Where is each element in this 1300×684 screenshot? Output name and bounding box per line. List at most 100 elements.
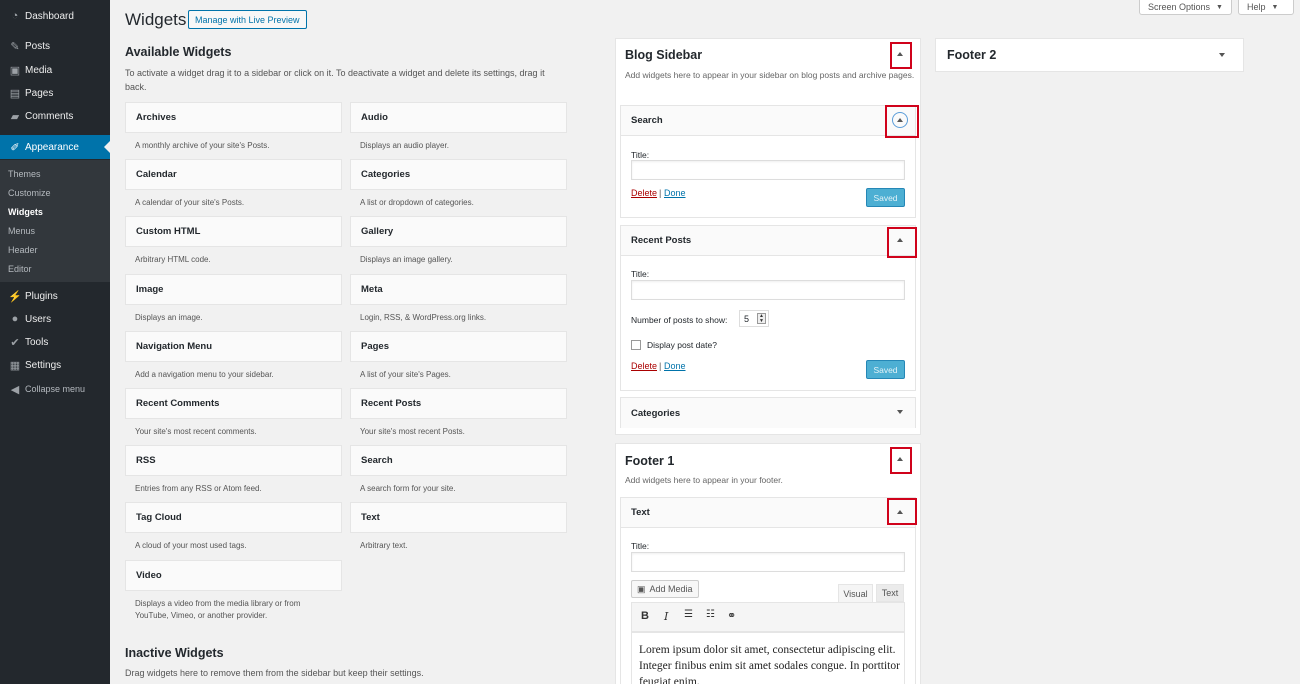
page-title: Widgets — [125, 10, 187, 29]
widget-description: A list or dropdown of categories. — [360, 198, 474, 208]
num-posts-stepper[interactable]: 5 ▲ ▼ — [739, 310, 769, 327]
editor-content[interactable]: Lorem ipsum dolor sit amet, consectetur … — [639, 642, 901, 684]
pages-icon: ▤ — [9, 87, 21, 100]
widget-item[interactable]: Recent Comments — [125, 388, 342, 419]
menu-tools[interactable]: ✔ Tools — [0, 331, 110, 353]
menu-dashboard[interactable]: ◔ Dashboard — [0, 5, 110, 27]
submenu-themes[interactable]: Themes — [8, 169, 41, 179]
menu-media[interactable]: ▣ Media — [0, 59, 110, 81]
pin-icon: ✎ — [10, 40, 20, 53]
available-widgets-description: To activate a widget drag it to a sideba… — [125, 68, 545, 92]
widget-item[interactable]: Audio — [350, 102, 567, 133]
search-title-input[interactable] — [631, 160, 905, 180]
spinner-icon[interactable]: ▲ ▼ — [757, 313, 766, 324]
footer2-title[interactable]: Footer 2 — [947, 48, 996, 62]
widget-item[interactable]: Navigation Menu — [125, 330, 342, 362]
search-delete-link[interactable]: Delete — [631, 188, 657, 198]
categories-widget-header[interactable]: Categories — [621, 398, 915, 428]
widget-item[interactable]: Calendar — [125, 159, 342, 191]
widget-description: Add a navigation menu to your sidebar. — [135, 369, 274, 379]
inactive-widgets-title: Inactive Widgets — [125, 646, 224, 660]
widget-item[interactable]: Image — [125, 273, 342, 305]
menu-appearance[interactable]: ✐ Appearance — [0, 135, 110, 159]
recent-done-link[interactable]: Done — [664, 361, 686, 371]
widget-item[interactable]: Tag Cloud — [125, 502, 342, 534]
italic-icon[interactable]: I — [664, 610, 668, 623]
search-saved-button[interactable]: Saved — [866, 188, 905, 207]
widget-description: Displays an image. — [135, 312, 203, 322]
current-menu-arrow — [104, 141, 110, 153]
widget-description: Displays an image gallery. — [360, 255, 453, 265]
search-title-label: Title: — [631, 150, 650, 160]
submenu-customize[interactable]: Customize — [8, 188, 51, 198]
screen-options-button[interactable]: Screen Options ▼ — [1139, 0, 1232, 15]
widget-item[interactable]: Archives — [125, 102, 342, 133]
widget-description: Your site's most recent comments. — [135, 427, 257, 436]
text-widget-header[interactable]: Text — [621, 498, 915, 528]
widget-item[interactable]: Recent Posts — [350, 388, 567, 419]
triangle-down-icon[interactable] — [897, 410, 903, 414]
widget-description: A list of your site's Pages. — [360, 369, 451, 379]
menu-users[interactable]: ● Users — [0, 308, 110, 330]
link-icon[interactable]: ⚭ — [727, 609, 736, 622]
submenu-editor[interactable]: Editor — [8, 264, 32, 274]
widget-description: A calendar of your site's Posts. — [135, 198, 245, 208]
search-widget-header[interactable]: Search — [621, 106, 915, 136]
widget-item[interactable]: Pages — [350, 330, 567, 362]
add-media-button[interactable]: ▣ Add Media — [631, 580, 699, 598]
display-date-checkbox[interactable] — [631, 340, 641, 350]
widget-description: Your site's most recent Posts. — [360, 427, 465, 436]
highlight-box — [887, 227, 917, 258]
menu-comments[interactable]: ▰ Comments — [0, 105, 110, 127]
bullet-list-icon[interactable]: ☰ — [684, 609, 693, 620]
recent-posts-header[interactable]: Recent Posts — [621, 226, 915, 256]
widget-item[interactable]: Custom HTML — [125, 216, 342, 248]
triangle-down-icon[interactable] — [1219, 53, 1225, 57]
blog-sidebar-title[interactable]: Blog Sidebar — [625, 48, 702, 62]
widget-item[interactable]: Gallery — [350, 216, 567, 248]
menu-plugins[interactable]: ⚡ Plugins — [0, 285, 110, 307]
submenu-menus[interactable]: Menus — [8, 226, 35, 236]
link-separator: | — [659, 188, 662, 198]
blog-sidebar-description: Add widgets here to appear in your sideb… — [625, 70, 915, 80]
recent-saved-button[interactable]: Saved — [866, 360, 905, 379]
media-icon: ▣ — [9, 64, 21, 77]
widget-item[interactable]: RSS — [125, 445, 342, 477]
numbered-list-icon[interactable]: ☷ — [706, 609, 715, 620]
recent-title-input[interactable] — [631, 280, 905, 300]
widget-item[interactable]: Text — [350, 502, 567, 534]
admin-menu: ◔ Dashboard ✎ Posts ▣ Media ▤ Pages ▰ Comment… — [0, 0, 110, 684]
widget-item[interactable]: Meta — [350, 273, 567, 305]
inactive-widgets-description: Drag widgets here to remove them from th… — [125, 668, 424, 678]
highlight-box — [890, 42, 912, 69]
recent-title-label: Title: — [631, 269, 650, 279]
widget-description: Displays a video from the media library … — [135, 598, 301, 621]
tab-text[interactable]: Text — [876, 584, 904, 602]
submenu-header[interactable]: Header — [8, 245, 38, 255]
wrench-icon: ✔ — [10, 336, 20, 349]
submenu-widgets[interactable]: Widgets — [8, 207, 43, 217]
widget-item[interactable]: Search — [350, 445, 567, 477]
footer1-description: Add widgets here to appear in your foote… — [625, 475, 783, 485]
bold-icon[interactable]: B — [641, 610, 649, 622]
widget-item[interactable]: Categories — [350, 159, 567, 191]
search-done-link[interactable]: Done — [664, 188, 686, 198]
recent-delete-link[interactable]: Delete — [631, 361, 657, 371]
menu-settings[interactable]: ▦ Settings — [0, 354, 110, 376]
tab-visual[interactable]: Visual — [838, 584, 873, 602]
widget-description: A monthly archive of your site's Posts. — [135, 141, 270, 150]
num-posts-label: Number of posts to show: — [631, 315, 728, 325]
widget-description: Login, RSS, & WordPress.org links. — [360, 312, 487, 322]
widget-description: Arbitrary HTML code. — [135, 255, 211, 265]
highlight-box — [887, 498, 917, 525]
footer1-title[interactable]: Footer 1 — [625, 454, 674, 468]
widget-item[interactable]: Video — [125, 559, 342, 591]
menu-posts[interactable]: ✎ Posts — [0, 35, 110, 57]
text-title-input[interactable] — [631, 552, 905, 572]
help-button[interactable]: Help ▼ — [1238, 0, 1294, 15]
editor-toolbar — [631, 602, 905, 632]
menu-collapse[interactable]: ◀ Collapse menu — [0, 378, 110, 400]
menu-pages[interactable]: ▤ Pages — [0, 82, 110, 104]
live-preview-button[interactable]: Manage with Live Preview — [188, 10, 307, 29]
widget-description: A cloud of your most used tags. — [135, 541, 247, 551]
